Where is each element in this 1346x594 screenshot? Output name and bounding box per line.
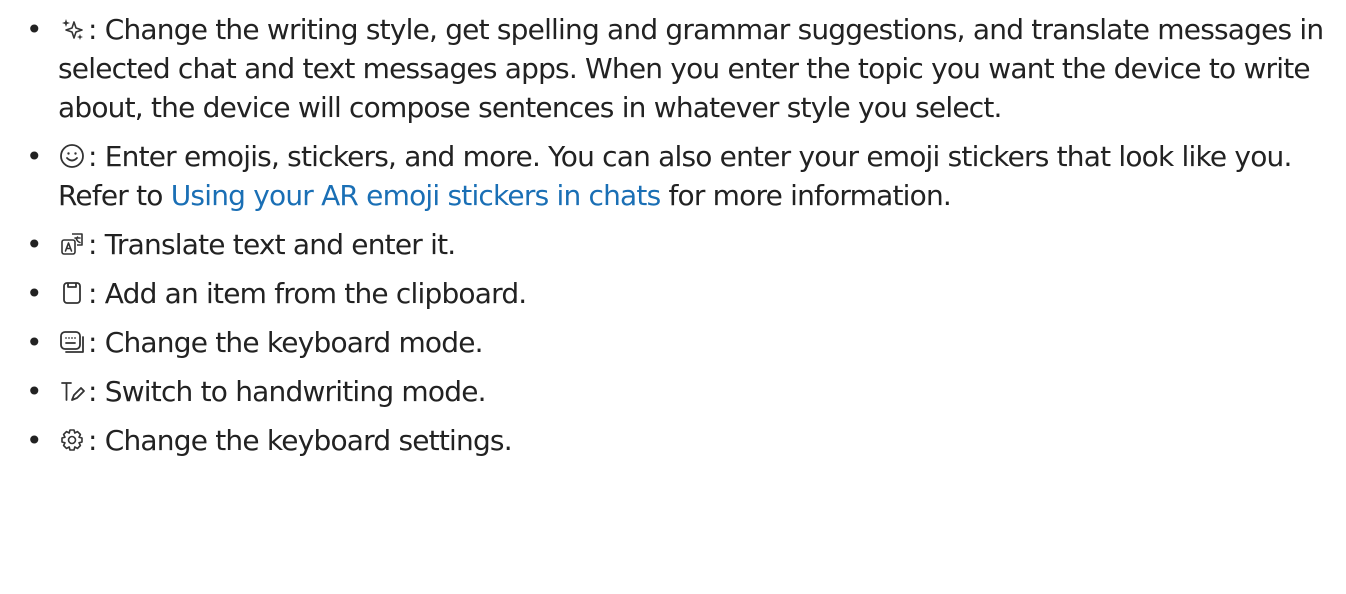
- list-item-emoji: • : Enter emojis, stickers, and more. Yo…: [24, 137, 1326, 215]
- list-item-text: : Add an item from the clipboard.: [88, 277, 527, 310]
- list-item-handwriting: • : Switch to handwriting mode.: [24, 372, 1326, 411]
- list-item-translate: • : Translate text and enter it.: [24, 225, 1326, 264]
- list-item-clipboard: • : Add an item from the clipboard.: [24, 274, 1326, 313]
- list-item-writing-assist: • : Change the writing style, get spelli…: [24, 10, 1326, 127]
- bullet-dot: •: [26, 375, 43, 408]
- keyboard-icon: [58, 328, 86, 356]
- keyboard-toolbar-options-list: • : Change the writing style, get spelli…: [24, 10, 1326, 460]
- list-item-settings: • : Change the keyboard settings.: [24, 421, 1326, 460]
- emoji-icon: [58, 142, 86, 170]
- list-item-text-after-link: for more information.: [660, 179, 951, 212]
- settings-gear-icon: [58, 426, 86, 454]
- list-item-keyboard-mode: • : Change the keyboard mode.: [24, 323, 1326, 362]
- bullet-dot: •: [26, 140, 43, 173]
- list-item-text: : Switch to handwriting mode.: [88, 375, 487, 408]
- list-item-text: : Translate text and enter it.: [88, 228, 456, 261]
- handwriting-icon: [58, 377, 86, 405]
- bullet-dot: •: [26, 277, 43, 310]
- list-item-text: : Change the keyboard mode.: [88, 326, 484, 359]
- sparkle-icon: [58, 15, 86, 43]
- clipboard-icon: [58, 279, 86, 307]
- bullet-dot: •: [26, 326, 43, 359]
- list-item-text: : Change the keyboard settings.: [88, 424, 513, 457]
- ar-emoji-stickers-link[interactable]: Using your AR emoji stickers in chats: [171, 179, 661, 212]
- bullet-dot: •: [26, 13, 43, 46]
- document-page: • : Change the writing style, get spelli…: [0, 0, 1346, 594]
- translate-icon: [58, 230, 86, 258]
- list-item-text: : Change the writing style, get spelling…: [58, 13, 1324, 124]
- bullet-dot: •: [26, 228, 43, 261]
- bullet-dot: •: [26, 424, 43, 457]
